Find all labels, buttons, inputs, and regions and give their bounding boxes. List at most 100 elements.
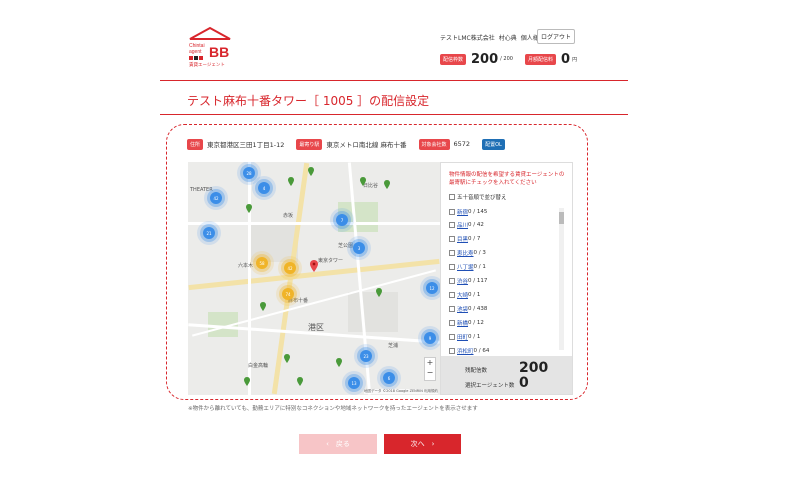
- map-label: 芝浦: [388, 343, 399, 349]
- zoom-in-button[interactable]: +: [425, 358, 435, 368]
- map-cluster[interactable]: 74: [282, 288, 294, 300]
- list-item[interactable]: 新宿 0 / 145: [449, 208, 487, 216]
- green-pin-icon[interactable]: [284, 354, 290, 363]
- list-item[interactable]: 目黒 0 / 7: [449, 235, 480, 243]
- checkbox-icon[interactable]: [449, 348, 455, 354]
- checkbox-icon[interactable]: [449, 209, 455, 215]
- checkbox-icon[interactable]: [449, 250, 455, 256]
- station-count: 0 / 1: [468, 292, 481, 298]
- checkbox-icon[interactable]: [449, 264, 455, 270]
- green-pin-icon[interactable]: [246, 204, 252, 213]
- green-pin-icon[interactable]: [308, 167, 314, 176]
- map-cluster[interactable]: 42: [284, 262, 296, 274]
- station-link[interactable]: 池袋: [457, 305, 468, 313]
- station-link[interactable]: 浜松町: [457, 347, 474, 355]
- checkbox-icon[interactable]: [449, 306, 455, 312]
- list-item[interactable]: 新橋 0 / 12: [449, 319, 484, 327]
- map-cluster[interactable]: 7: [336, 214, 348, 226]
- checkbox-icon[interactable]: [449, 320, 455, 326]
- delivery-count-value: 200: [471, 51, 499, 67]
- map-label: 芝公園: [338, 243, 354, 249]
- station-link[interactable]: 恵比寿: [457, 249, 474, 257]
- map-cluster[interactable]: 28: [243, 167, 255, 179]
- map-label: 港区: [308, 323, 324, 332]
- station-count: 0 / 438: [468, 306, 488, 312]
- header-divider: [160, 80, 628, 81]
- station-link[interactable]: 大崎: [457, 291, 468, 299]
- list-item[interactable]: 渋谷 0 / 117: [449, 277, 487, 285]
- status-badge[interactable]: 配置OL: [482, 138, 505, 150]
- map-block: [348, 292, 398, 332]
- station-count: 0 / 1: [473, 264, 486, 270]
- green-pin-icon[interactable]: [376, 288, 382, 297]
- list-item[interactable]: 品川 0 / 42: [449, 221, 484, 229]
- checkbox-icon[interactable]: [449, 278, 455, 284]
- map-cluster[interactable]: 58: [256, 257, 268, 269]
- station-link[interactable]: 新宿: [457, 208, 468, 216]
- map-attribution[interactable]: 地図データ ©2018 Google ZENRIN 利用規約: [363, 389, 438, 394]
- map-cluster[interactable]: 4: [258, 182, 270, 194]
- list-item[interactable]: 大崎 0 / 1: [449, 291, 480, 299]
- page-title: テスト麻布十番タワー［ 1005 ］の配信設定: [187, 94, 430, 108]
- checkbox-icon[interactable]: [449, 292, 455, 298]
- green-pin-icon[interactable]: [384, 180, 390, 189]
- map-cluster[interactable]: 13: [348, 377, 360, 389]
- station-count: 0 / 145: [468, 209, 488, 215]
- green-pin-icon[interactable]: [288, 177, 294, 186]
- delivery-count-label: 配信枠数: [440, 53, 467, 65]
- station-link[interactable]: 渋谷: [457, 277, 468, 285]
- map-road: [188, 222, 440, 225]
- address-label: 住所: [187, 138, 204, 150]
- scrollbar-thumb[interactable]: [559, 212, 564, 224]
- footnote: ※物件から離れていても、勤務エリアに特別なコネクションや地域ネットワークを持った…: [188, 406, 478, 412]
- green-pin-icon[interactable]: [336, 358, 342, 367]
- company-name: テストLMC株式会社: [440, 35, 495, 42]
- selected-label: 選択エージェント数: [465, 383, 515, 389]
- sort-toggle[interactable]: 五十音順で並び替え: [449, 193, 507, 201]
- green-pin-icon[interactable]: [360, 177, 366, 186]
- list-item[interactable]: 八丁堀 0 / 1: [449, 263, 486, 271]
- map-cluster[interactable]: 3: [353, 242, 365, 254]
- green-pin-icon[interactable]: [297, 377, 303, 386]
- station-link[interactable]: 目黒: [457, 235, 468, 243]
- station-value: 東京メトロ南北線 麻布十番: [326, 141, 407, 149]
- user-name: 村心典: [498, 35, 517, 42]
- station-link[interactable]: 八丁堀: [457, 263, 474, 271]
- list-scrollbar[interactable]: [559, 208, 564, 350]
- green-pin-icon[interactable]: [244, 377, 250, 386]
- next-button[interactable]: 次へ ›: [384, 434, 461, 454]
- remaining-label: 残配信数: [465, 368, 488, 374]
- back-button[interactable]: ‹ 戻る: [299, 434, 377, 454]
- checkbox-icon[interactable]: [449, 334, 455, 340]
- station-link[interactable]: 新橋: [457, 319, 468, 327]
- map-cluster[interactable]: 23: [360, 350, 372, 362]
- list-item[interactable]: 田町 0 / 1: [449, 333, 480, 341]
- delivery-count: 配信枠数 200 / 200: [440, 51, 513, 67]
- station-count: 0 / 3: [473, 250, 486, 256]
- checkbox-icon[interactable]: [449, 194, 455, 200]
- station-label: 最寄り駅: [296, 138, 323, 150]
- station-link[interactable]: 田町: [457, 333, 468, 341]
- map-cluster[interactable]: 6: [383, 372, 395, 384]
- remaining-value: 200: [519, 360, 549, 376]
- zoom-out-button[interactable]: −: [425, 368, 435, 378]
- checkbox-icon[interactable]: [449, 222, 455, 228]
- map-cluster[interactable]: 9: [424, 332, 436, 344]
- logout-button[interactable]: ログアウト: [537, 29, 575, 44]
- property-info: 住所 東京都港区三田1丁目1-12 最寄り駅 東京メトロ南北線 麻布十番 対象会…: [187, 138, 505, 150]
- map-cluster[interactable]: 21: [203, 227, 215, 239]
- list-item[interactable]: 浜松町 0 / 64: [449, 347, 489, 355]
- checkbox-icon[interactable]: [449, 236, 455, 242]
- map-cluster[interactable]: 42: [210, 192, 222, 204]
- map-cluster[interactable]: 12: [426, 282, 438, 294]
- station-link[interactable]: 品川: [457, 221, 468, 229]
- map-label: 東京タワー: [318, 258, 344, 264]
- address-value: 東京都港区三田1丁目1-12: [207, 141, 285, 149]
- monthly-fee-value: 0: [561, 51, 571, 67]
- agent-map[interactable]: THEATER 六本木 港区 芝公園 東京タワー 麻布十番 白金高輪 芝浦 日比…: [188, 162, 440, 395]
- list-item[interactable]: 池袋 0 / 438: [449, 305, 487, 313]
- map-label: THEATER: [190, 187, 213, 193]
- station-count: 0 / 64: [473, 348, 490, 354]
- list-item[interactable]: 恵比寿 0 / 3: [449, 249, 486, 257]
- green-pin-icon[interactable]: [260, 302, 266, 311]
